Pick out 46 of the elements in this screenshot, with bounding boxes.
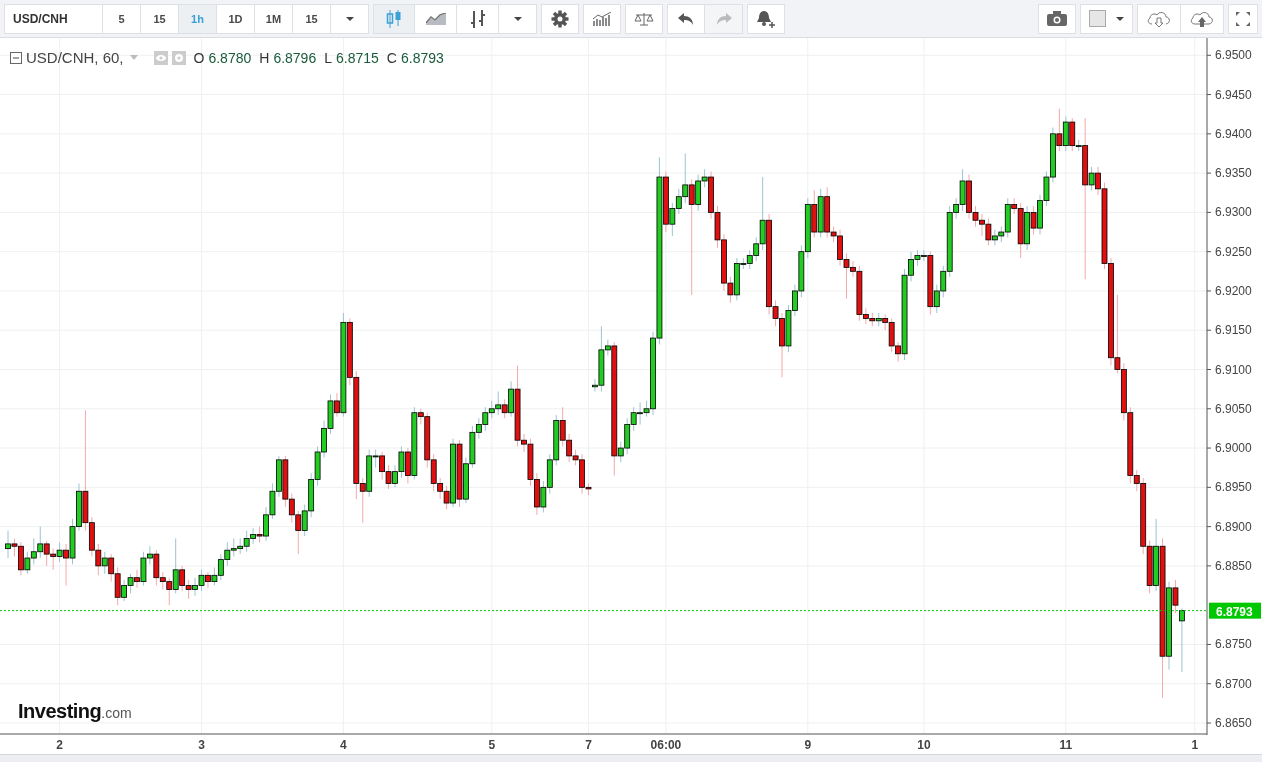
ohlc-label: L: [324, 49, 332, 66]
interval-tab[interactable]: 5: [103, 3, 141, 34]
symbol-field[interactable]: USD/CNH: [4, 3, 103, 34]
price-axis-label: 6.8900: [1215, 519, 1252, 534]
price-axis-label: 6.9300: [1215, 205, 1252, 220]
time-axis-label: 3: [198, 738, 205, 752]
time-axis-label: 9: [804, 738, 812, 752]
price-axis-label: 6.8700: [1215, 676, 1252, 691]
price-axis-label: 6.9450: [1215, 87, 1252, 102]
price-axis-label: 6.9100: [1215, 362, 1252, 377]
interval-tab[interactable]: 1M: [255, 3, 293, 34]
price-axis-label: 6.9200: [1215, 283, 1252, 298]
ohlc-value: 6.8780: [208, 49, 252, 66]
logo-suffix: .com: [101, 705, 132, 721]
price-axis-label: 6.9350: [1215, 166, 1252, 181]
time-axis-label: 06:00: [650, 738, 682, 752]
price-axis-label: 6.8650: [1215, 716, 1252, 730]
price-axis-label: 6.8750: [1215, 637, 1252, 652]
time-axis-label: 5: [488, 738, 496, 752]
time-axis-label: 7: [585, 738, 592, 752]
price-axis-label: 6.9250: [1215, 244, 1252, 259]
ohlc-value: 6.8793: [400, 49, 444, 66]
time-axis-label: 10: [917, 738, 931, 752]
price-axis-label: 6.9500: [1215, 48, 1252, 63]
ohlc-value: 6.8796: [273, 49, 317, 66]
ohlc-label: H: [259, 49, 270, 66]
time-axis-label: 11: [1059, 738, 1073, 752]
price-axis-label: 6.9000: [1215, 441, 1252, 456]
last-price-tag: 6.8793: [1209, 602, 1261, 619]
interval-tab[interactable]: 15: [293, 3, 331, 34]
time-axis-label: 4: [340, 738, 347, 752]
price-axis-label: 6.8850: [1215, 558, 1252, 573]
price-axis-label: 6.8950: [1215, 480, 1252, 495]
symbol-title: USD/CNH, 60,: [26, 49, 124, 66]
price-axis-label: 6.9050: [1215, 401, 1252, 416]
ohlc-label: C: [386, 49, 397, 66]
ref-line-label: 6.8793: [1216, 604, 1254, 619]
interval-tab[interactable]: 1D: [217, 3, 255, 34]
ohlc-label: O: [193, 49, 205, 66]
interval-tab[interactable]: 15: [141, 3, 179, 34]
price-axis-label: 6.9150: [1215, 323, 1252, 338]
price-axis-label: 6.9400: [1215, 126, 1252, 141]
time-axis-label: 1: [1191, 738, 1199, 752]
time-axis-label: 2: [56, 738, 63, 752]
ohlc-value: 6.8715: [336, 49, 379, 66]
logo-name: Investing: [18, 700, 102, 723]
